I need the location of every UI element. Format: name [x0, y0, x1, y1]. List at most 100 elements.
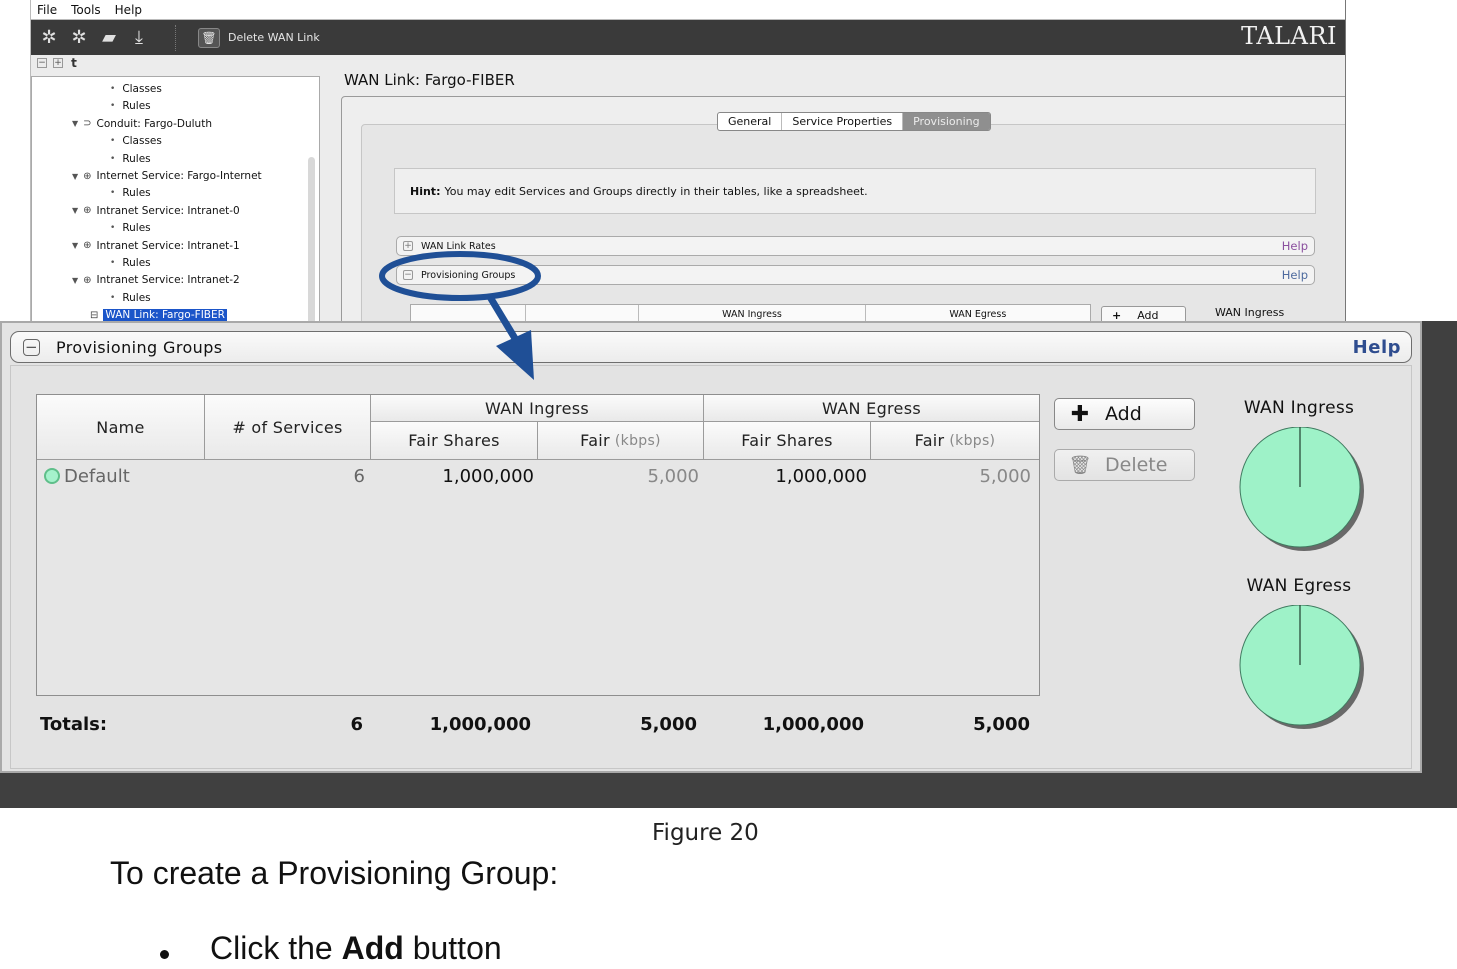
tree-item[interactable]: • Rules: [110, 257, 151, 269]
disclosure-triangle-icon[interactable]: ▼: [72, 172, 78, 181]
row-services-cell[interactable]: 6: [205, 461, 365, 491]
tree-scrollbar[interactable]: [308, 157, 315, 322]
toolbar-separator: [175, 24, 176, 51]
brand-logo: TALARI: [1241, 22, 1337, 50]
mini-header-services: [525, 305, 640, 322]
section-label: WAN Link Rates: [421, 240, 496, 252]
row-ingress-shares-cell[interactable]: 1,000,000: [371, 461, 534, 491]
download-icon[interactable]: ⤓: [127, 27, 151, 49]
toolbar: ✲ ✲ ▰ ⤓ 🗑 Delete WAN Link TALARI: [31, 20, 1345, 55]
tree-item[interactable]: • Rules: [110, 100, 151, 112]
totals-services: 6: [350, 713, 363, 735]
help-link[interactable]: Help: [1282, 268, 1308, 282]
help-link[interactable]: Help: [1353, 337, 1401, 358]
col-header-egress-fair-shares[interactable]: Fair Shares: [704, 422, 871, 460]
delete-wan-link-button[interactable]: 🗑 Delete WAN Link: [198, 27, 320, 48]
bullet-icon: •: [110, 223, 116, 234]
bullet-icon: •: [110, 136, 116, 147]
bullet-icon: •: [110, 292, 116, 303]
totals-row: Totals: 6 1,000,000 5,000 1,000,000 5,00…: [2, 709, 1042, 739]
section-title: Provisioning Groups: [56, 337, 223, 357]
tab-general[interactable]: General: [718, 113, 783, 130]
delete-wan-link-label: Delete WAN Link: [228, 31, 320, 44]
hint-text: You may edit Services and Groups directl…: [444, 184, 868, 198]
globe-icon: ⊕: [83, 274, 92, 286]
tree-item-label: Rules: [122, 100, 151, 113]
mini-pie-label: WAN Ingress: [1215, 306, 1285, 319]
mini-add-label: Add: [1137, 308, 1159, 322]
col-header-ingress-fair-kbps[interactable]: Fair (kbps): [538, 422, 704, 460]
tree-sort-icon[interactable]: t: [69, 57, 79, 69]
tab-provisioning[interactable]: Provisioning: [903, 113, 990, 130]
gear-forward-icon[interactable]: ✲: [67, 27, 91, 49]
mini-header-ingress: WAN Ingress: [639, 305, 866, 322]
delete-label: Delete: [1105, 454, 1168, 476]
tree-item[interactable]: ▼ ⊕ Intranet Service: Intranet-0: [72, 205, 240, 217]
folder-icon[interactable]: ▰: [97, 27, 121, 49]
tree-item[interactable]: • Classes: [110, 135, 162, 147]
tab-service-properties[interactable]: Service Properties: [782, 113, 904, 130]
help-link[interactable]: Help: [1282, 239, 1308, 253]
tree-item[interactable]: • Classes: [110, 83, 162, 95]
table-row[interactable]: Default 6 1,000,000 5,000 1,000,000 5,00…: [37, 461, 1039, 491]
expand-all-icon[interactable]: +: [53, 58, 63, 68]
mini-header-egress: WAN Egress: [865, 305, 1090, 322]
mini-add-button[interactable]: + Add: [1101, 306, 1186, 322]
globe-icon: ⊕: [83, 240, 92, 252]
totals-egress-shares: 1,000,000: [762, 713, 864, 735]
tree-item[interactable]: • Rules: [110, 187, 151, 199]
tree-item[interactable]: ▼ ⊕ Intranet Service: Intranet-2: [72, 274, 240, 286]
plus-icon: ✚: [1070, 401, 1090, 427]
tree-item[interactable]: ▼ ⊕ Internet Service: Fargo-Internet: [72, 170, 262, 182]
menu-help[interactable]: Help: [115, 3, 142, 17]
col-header-services[interactable]: # of Services: [205, 395, 371, 460]
tree-item[interactable]: • Rules: [110, 292, 151, 304]
row-egress-kbps-cell: 5,000: [979, 465, 1031, 487]
section-wan-link-rates[interactable]: + WAN Link Rates Help: [396, 236, 1315, 256]
tree-item[interactable]: ▼ ⊕ Intranet Service: Intranet-1: [72, 240, 240, 252]
collapse-icon[interactable]: −: [403, 270, 413, 280]
provisioning-groups-header[interactable]: − Provisioning Groups Help: [10, 331, 1412, 363]
trash-icon: 🗑: [1068, 454, 1092, 476]
menu-tools[interactable]: Tools: [71, 3, 101, 17]
menu-file[interactable]: File: [37, 3, 57, 17]
groups-table: Name # of Services WAN Ingress WAN Egres…: [36, 394, 1040, 696]
col-header-ingress-fair-shares[interactable]: Fair Shares: [371, 422, 538, 460]
tree-item[interactable]: ▼ ⊃ Conduit: Fargo-Duluth: [72, 118, 212, 130]
add-label: Add: [1105, 403, 1142, 425]
bullet-icon: •: [110, 101, 116, 112]
col-group-egress: WAN Egress: [704, 395, 1039, 422]
col-header-name[interactable]: Name: [37, 395, 205, 460]
tree-item-label: Classes: [122, 83, 162, 95]
tree-item-label: Intranet Service: Intranet-0: [96, 204, 240, 217]
mini-header-name: [411, 305, 526, 322]
disclosure-triangle-icon[interactable]: ▼: [72, 206, 78, 215]
bullet-suffix: button: [403, 930, 502, 966]
add-group-button[interactable]: ✚ Add: [1054, 398, 1195, 430]
tree-item-label: Rules: [122, 152, 151, 165]
row-name-cell[interactable]: Default: [37, 461, 205, 491]
figure-caption: Figure 20: [652, 820, 759, 846]
bullet-icon: •: [110, 188, 116, 199]
doc-heading: To create a Provisioning Group:: [110, 855, 559, 891]
disclosure-triangle-icon[interactable]: ▼: [72, 119, 78, 128]
tree-item[interactable]: ⊟ WAN Link: Fargo-FIBER: [90, 309, 227, 322]
row-egress-shares-cell[interactable]: 1,000,000: [704, 461, 867, 491]
expand-icon[interactable]: +: [403, 241, 413, 251]
tree-item-label: WAN Link: Fargo-FIBER: [103, 309, 227, 322]
fair-label: Fair: [914, 431, 945, 450]
collapse-all-icon[interactable]: −: [37, 58, 47, 68]
delete-group-button[interactable]: 🗑 Delete: [1054, 449, 1195, 481]
tree-item[interactable]: • Rules: [110, 153, 151, 165]
tree-item[interactable]: • Rules: [110, 222, 151, 234]
ingress-pie-chart: [1239, 427, 1364, 551]
section-provisioning-groups-small[interactable]: − Provisioning Groups Help: [396, 265, 1315, 285]
gear-back-icon[interactable]: ✲: [37, 27, 61, 49]
disclosure-triangle-icon[interactable]: ▼: [72, 241, 78, 250]
inner-panel: [361, 124, 1345, 322]
col-header-egress-fair-kbps[interactable]: Fair (kbps): [871, 422, 1039, 460]
navigation-tree: • Classes • Rules ▼ ⊃ Conduit: Fargo-Duluth • Cl…: [31, 76, 320, 322]
plus-icon: +: [1112, 308, 1122, 322]
collapse-icon[interactable]: −: [23, 338, 40, 356]
disclosure-triangle-icon[interactable]: ▼: [72, 276, 78, 285]
